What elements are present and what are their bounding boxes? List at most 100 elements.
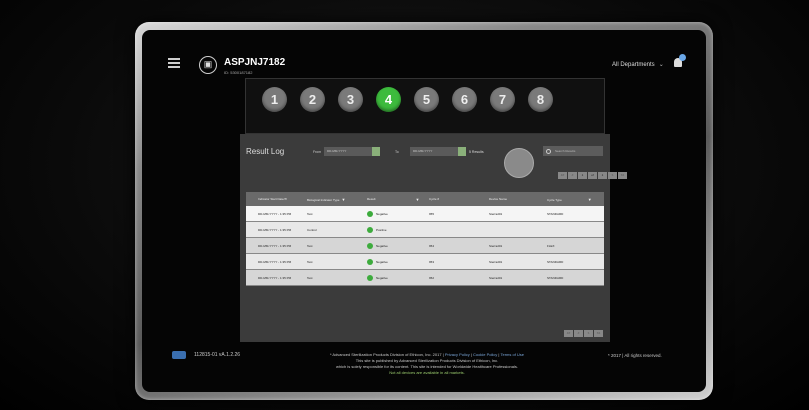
footer-line4: Not all devices are available in all mar… (389, 370, 465, 375)
column-header[interactable]: Result ▼ (364, 197, 426, 202)
result-log-title: Result Log (246, 147, 285, 156)
cell-date: DD-MM-YYYY - 1:35 PM (258, 275, 292, 280)
cell-device: Sterrad01 (489, 275, 503, 280)
pager-button[interactable]: > (608, 172, 617, 179)
cell-date: DD-MM-YYYY - 1:35 PM (258, 259, 292, 264)
step-4-button[interactable]: 4 (376, 87, 401, 112)
table-header: Indicator Start Date/Ti Biological Indic… (246, 192, 604, 206)
pager-button[interactable]: >> (618, 172, 627, 179)
device-icon: ▣ (199, 56, 217, 74)
calendar-icon[interactable] (458, 147, 466, 156)
table-row[interactable]: DD-MM-YYYY - 1:35 PM Test Negative 952 Sterr… (246, 270, 604, 286)
pager-button[interactable]: >> (594, 330, 603, 337)
check-circle-icon (367, 242, 373, 249)
column-header[interactable]: Cycle Type ▼ (544, 197, 604, 202)
cell-device: Sterrad01 (489, 259, 503, 264)
device-name: ASPJNJ7182 (224, 57, 286, 68)
cell-cycle-type: STANDARD (547, 259, 564, 264)
cell-type: Test (307, 211, 313, 216)
step-8-button[interactable]: 8 (528, 87, 553, 112)
column-header[interactable]: Indicator Start Date/Ti (246, 197, 304, 201)
department-select[interactable]: All Departments ⌄ (612, 61, 664, 68)
screen: ▣ ASPJNJ7182 ID: 5300187182 All Departme… (142, 30, 706, 392)
pager-button[interactable]: < (568, 172, 577, 179)
check-circle-icon (367, 258, 373, 265)
column-header[interactable]: Device Name (486, 197, 544, 201)
footer-legal-text: * Advanced Sterilization Products Divisi… (329, 352, 525, 375)
cell-type: Control (307, 227, 317, 232)
table-row[interactable]: DD-MM-YYYY - 1:35 PM Test Negative 955 Sterr… (246, 206, 604, 222)
table-row[interactable]: DD-MM-YYYY - 1:35 PM Test Negative 953 Sterr… (246, 254, 604, 270)
pager-button[interactable]: > (584, 330, 593, 337)
filter-icon[interactable]: ▼ (341, 197, 345, 202)
copyright: * 2017 | All rights reserved. (608, 353, 662, 358)
search-input[interactable]: Search Results (543, 146, 603, 156)
check-circle-icon (367, 274, 373, 281)
column-header-label: Result (367, 197, 376, 201)
cell-result: Negative (364, 242, 426, 249)
cell-result: Negative (364, 274, 426, 281)
filter-icon[interactable]: ▼ (588, 197, 592, 202)
cell-cycle-type: FLEX (547, 243, 555, 248)
cell-type: Test (307, 243, 313, 248)
from-label: From (313, 150, 322, 154)
result-text: Negative (376, 259, 388, 264)
cell-date: DD-MM-YYYY - 1:35 PM (258, 227, 292, 232)
step-3-button[interactable]: 3 (338, 87, 363, 112)
pager-button[interactable]: of (588, 172, 597, 179)
steps-panel: 12345678 (245, 78, 605, 134)
table-body: DD-MM-YYYY - 1:35 PM Test Negative 955 Sterr… (246, 206, 604, 286)
cell-result: Negative (364, 210, 426, 217)
chevron-down-icon: ⌄ (658, 62, 664, 68)
terms-link[interactable]: Terms of Use (500, 352, 524, 357)
cell-date: DD-MM-YYYY - 1:35 PM (258, 211, 292, 216)
check-circle-icon (367, 226, 373, 233)
to-date-input[interactable]: DD-MM-YYYY (410, 147, 458, 156)
top-bar: ▣ ASPJNJ7182 ID: 5300187182 All Departme… (142, 30, 706, 75)
cell-cycle: 954 (429, 243, 435, 248)
cell-device: Sterrad01 (489, 243, 503, 248)
cookie-link[interactable]: Cookie Policy (473, 352, 497, 357)
step-2-button[interactable]: 2 (300, 87, 325, 112)
pager-button[interactable]: << (564, 330, 573, 337)
result-text: Positive (376, 227, 387, 232)
step-7-button[interactable]: 7 (490, 87, 515, 112)
circle-button[interactable] (504, 148, 534, 178)
hamburger-menu-icon[interactable] (168, 58, 180, 68)
department-label: All Departments (612, 62, 655, 68)
step-1-button[interactable]: 1 (262, 87, 287, 112)
cell-cycle: 955 (429, 211, 435, 216)
footer-line2: This site is published by Advanced Steri… (355, 358, 499, 363)
table-row[interactable]: DD-MM-YYYY - 1:35 PM Test Negative 954 Sterr… (246, 238, 604, 254)
filter-icon[interactable]: ▼ (416, 197, 420, 202)
cell-cycle: 952 (429, 275, 435, 280)
cell-cycle-type: STANDARD (547, 211, 564, 216)
privacy-link[interactable]: Privacy Policy (445, 352, 470, 357)
step-5-button[interactable]: 5 (414, 87, 439, 112)
pager-button[interactable]: << (558, 172, 567, 179)
notification-badge (679, 54, 686, 61)
column-header[interactable]: Cycle # (426, 197, 486, 201)
cell-result: Negative (364, 258, 426, 265)
check-circle-icon (367, 210, 373, 217)
pager-button[interactable]: 1 (598, 172, 607, 179)
calendar-icon[interactable] (372, 147, 380, 156)
footer-line1: * Advanced Sterilization Products Divisi… (329, 352, 444, 357)
cell-type: Test (307, 275, 313, 280)
table-row[interactable]: DD-MM-YYYY - 1:35 PM Control Positive (246, 222, 604, 238)
cell-type: Test (307, 259, 313, 264)
cell-date: DD-MM-YYYY - 1:35 PM (258, 243, 292, 248)
cell-result: Positive (364, 226, 426, 233)
pager-button[interactable]: 1 (578, 172, 587, 179)
footer: 112815-01 vA.1.2.26 * Advanced Steriliza… (142, 348, 706, 392)
column-header-label: Cycle Type (547, 197, 562, 202)
from-date-input[interactable]: DD-MM-YYYY (324, 147, 372, 156)
version-label: 112815-01 vA.1.2.26 (194, 352, 241, 358)
cell-cycle: 953 (429, 259, 435, 264)
column-header[interactable]: Biological Indicator Type ▼ (304, 197, 364, 202)
pager-button[interactable]: < (574, 330, 583, 337)
cell-device: Sterrad01 (489, 211, 503, 216)
step-6-button[interactable]: 6 (452, 87, 477, 112)
result-log-panel: Result Log From DD-MM-YYYY To DD-MM-YYYY… (240, 134, 627, 342)
device-id: ID: 5300187182 (224, 70, 253, 75)
